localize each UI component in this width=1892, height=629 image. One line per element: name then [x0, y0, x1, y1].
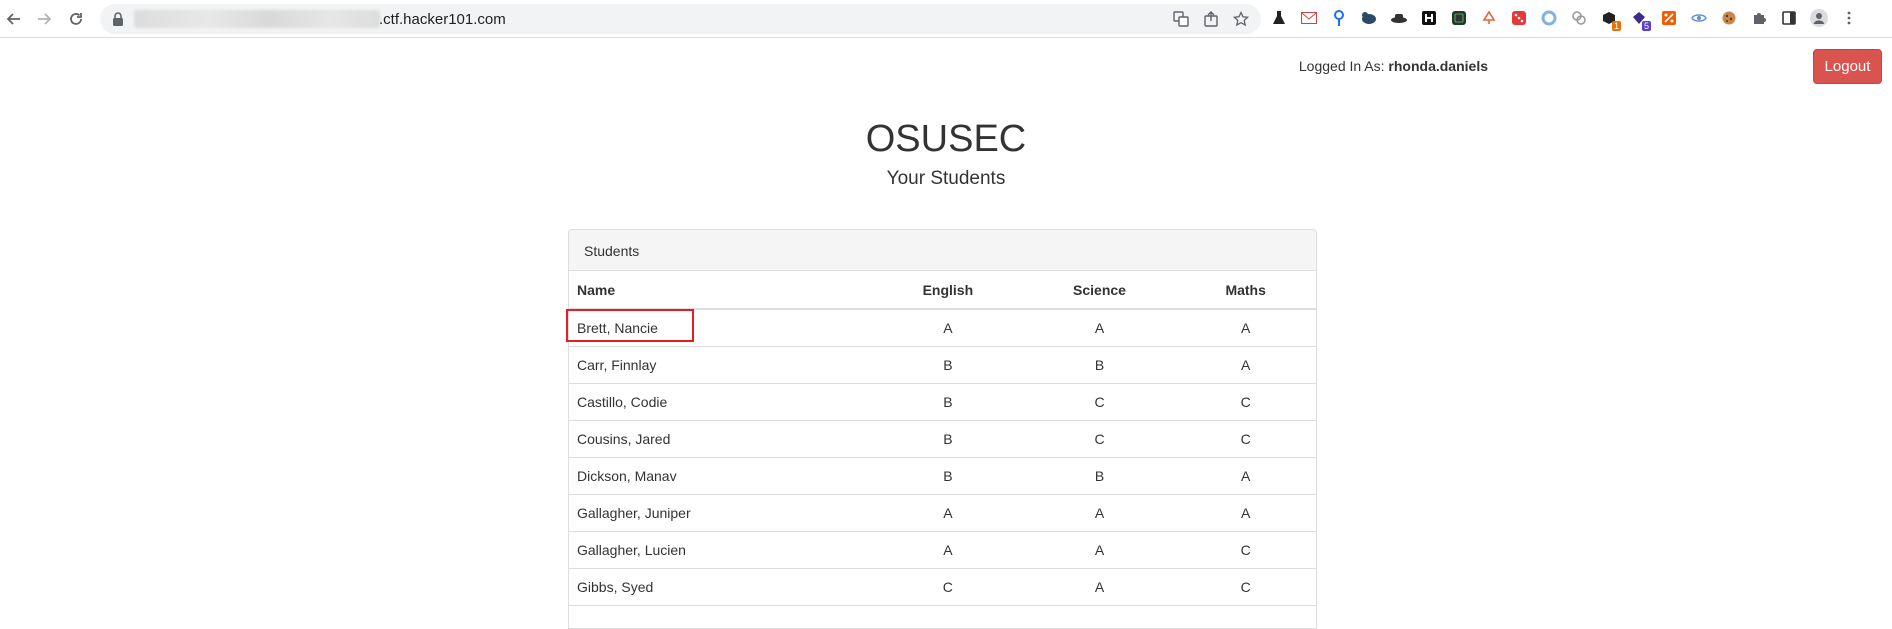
maths-grade: A: [1175, 457, 1316, 495]
extension-badge: 1: [1611, 21, 1621, 31]
student-name[interactable]: Cousins, Jared: [569, 420, 873, 458]
table-row: Carr, Finnlay B B A: [569, 346, 1316, 384]
students-table: Name English Science Maths Brett, Nancie…: [569, 271, 1316, 628]
english-grade: B: [872, 420, 1024, 458]
english-grade: A: [872, 494, 1024, 532]
back-arrow-icon[interactable]: [2, 7, 26, 31]
column-header-maths: Maths: [1175, 271, 1316, 310]
english-grade: B: [872, 457, 1024, 495]
envelope-icon[interactable]: [1298, 7, 1320, 29]
translate-icon[interactable]: [1173, 11, 1189, 27]
science-grade: B: [1023, 346, 1176, 384]
h-icon[interactable]: [1418, 7, 1440, 29]
science-grade: C: [1023, 420, 1176, 458]
profile-icon[interactable]: [1808, 7, 1830, 29]
english-grade: B: [872, 346, 1024, 384]
student-name[interactable]: Gibbs, Syed: [569, 568, 873, 606]
extension-badge: 5: [1641, 21, 1651, 31]
maths-grade: A: [1175, 494, 1316, 532]
hat-icon[interactable]: [1388, 7, 1410, 29]
science-grade: A: [1023, 494, 1176, 532]
maths-grade: C: [1175, 531, 1316, 569]
column-header-science: Science: [1023, 271, 1176, 310]
puzzle-icon[interactable]: [1748, 7, 1770, 29]
sidepanel-icon[interactable]: [1778, 7, 1800, 29]
student-name[interactable]: Gallagher, Lucien: [569, 531, 873, 569]
star-icon[interactable]: [1233, 11, 1249, 27]
chain-icon[interactable]: [1568, 7, 1590, 29]
column-header-name: Name: [569, 271, 873, 310]
username: rhonda.daniels: [1388, 58, 1488, 74]
cookie-icon[interactable]: [1718, 7, 1740, 29]
science-grade: A: [1023, 568, 1176, 606]
english-grade: [872, 605, 1024, 628]
lock-icon[interactable]: [112, 12, 124, 31]
url-text[interactable]: .ctf.hacker101.com: [379, 11, 506, 28]
students-panel: Students Name English Science Maths Bret…: [568, 229, 1317, 629]
table-row: Gallagher, Lucien A A C: [569, 531, 1316, 569]
extensions-bar: 1 5: [1268, 7, 1860, 31]
maths-grade: A: [1175, 346, 1316, 384]
maths-grade: [1175, 605, 1316, 628]
student-name[interactable]: Carr, Finnlay: [569, 346, 873, 384]
science-grade: [1023, 605, 1176, 628]
student-name[interactable]: Gallagher, Juniper: [569, 494, 873, 532]
bird-icon[interactable]: [1358, 7, 1380, 29]
table-row: Brett, Nancie A A A: [569, 309, 1316, 347]
science-grade: C: [1023, 383, 1176, 421]
eye-icon[interactable]: [1688, 7, 1710, 29]
table-row: Castillo, Codie B C C: [569, 383, 1316, 421]
table-row: Cousins, Jared B C C: [569, 420, 1316, 458]
maths-grade: C: [1175, 383, 1316, 421]
ring-icon[interactable]: [1538, 7, 1560, 29]
column-header-english: English: [872, 271, 1024, 310]
maths-grade: C: [1175, 568, 1316, 606]
english-grade: C: [872, 568, 1024, 606]
page-subtitle: Your Students: [886, 168, 1006, 189]
logged-in-label: Logged In As:: [1298, 58, 1385, 74]
table-row: Dickson, Manav B B A: [569, 457, 1316, 495]
student-name[interactable]: Dickson, Manav: [569, 457, 873, 495]
pin-icon[interactable]: [1328, 7, 1350, 29]
english-grade: A: [872, 309, 1024, 347]
table-row: Gibbs, Syed C A C: [569, 568, 1316, 606]
reload-icon[interactable]: [64, 7, 88, 31]
student-name[interactable]: [569, 605, 873, 628]
maths-grade: A: [1175, 309, 1316, 347]
percent-icon[interactable]: [1658, 7, 1680, 29]
login-status: Logged In As: rhonda.daniels: [1299, 58, 1488, 74]
table-row: Gallagher, Juniper A A A: [569, 494, 1316, 532]
gem-icon[interactable]: 5: [1628, 7, 1651, 31]
panel-heading: Students: [569, 230, 1316, 271]
science-grade: A: [1023, 531, 1176, 569]
student-name[interactable]: Brett, Nancie: [569, 309, 873, 347]
page-title: OSUSEC: [865, 118, 1027, 160]
tree-icon[interactable]: [1478, 7, 1500, 29]
english-grade: A: [872, 531, 1024, 569]
science-grade: A: [1023, 309, 1176, 347]
science-grade: B: [1023, 457, 1176, 495]
box-icon[interactable]: 1: [1598, 7, 1621, 31]
dice-icon[interactable]: [1508, 7, 1530, 29]
share-icon[interactable]: [1203, 11, 1219, 27]
flask-icon[interactable]: [1268, 7, 1290, 29]
forward-arrow-icon[interactable]: [32, 7, 56, 31]
terminal-icon[interactable]: [1448, 7, 1470, 29]
redacted-url-segment: [134, 10, 380, 28]
table-row: [569, 605, 1316, 628]
table-header-row: Name English Science Maths: [569, 271, 1316, 310]
student-name[interactable]: Castillo, Codie: [569, 383, 873, 421]
address-bar[interactable]: .ctf.hacker101.com: [100, 4, 1261, 34]
browser-toolbar: .ctf.hacker101.com 1 5: [0, 0, 1892, 38]
maths-grade: C: [1175, 420, 1316, 458]
menu-icon[interactable]: [1838, 7, 1860, 29]
english-grade: B: [872, 383, 1024, 421]
logout-button[interactable]: Logout: [1813, 49, 1882, 84]
